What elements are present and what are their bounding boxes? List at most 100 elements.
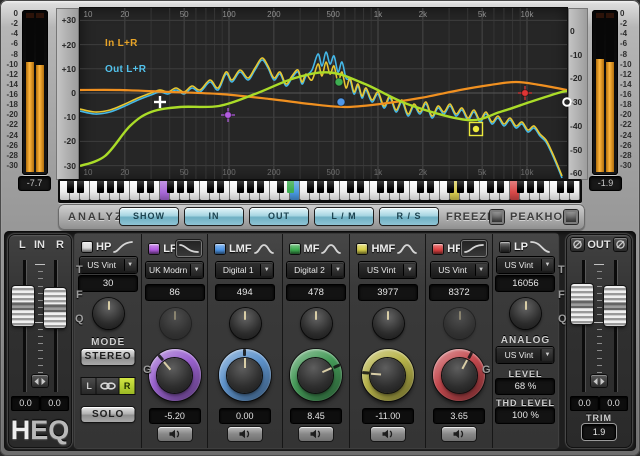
output-clip-led-left[interactable] — [596, 13, 604, 18]
filter-shape-hp-icon[interactable] — [111, 239, 135, 254]
thd-level-value[interactable]: 100 % — [496, 408, 554, 423]
band-gain-value[interactable]: -5.20 — [150, 409, 200, 423]
band-gain-knob[interactable] — [149, 349, 201, 401]
band-enable-led[interactable] — [215, 244, 225, 254]
output-fader-thumb-l[interactable] — [571, 284, 593, 324]
level-value[interactable]: 68 % — [496, 379, 554, 394]
channel-l-button[interactable]: L — [82, 378, 97, 394]
band-gain-value[interactable]: -11.00 — [363, 409, 413, 423]
piano-black-key[interactable] — [117, 181, 124, 193]
piano-black-key[interactable] — [217, 181, 224, 193]
band-q-knob[interactable] — [301, 308, 332, 339]
analyzer-button-rs[interactable]: R / S — [380, 208, 438, 225]
piano-black-key[interactable] — [317, 181, 324, 193]
band-enable-led[interactable] — [500, 242, 510, 252]
band-gain-knob[interactable] — [362, 349, 414, 401]
band-q-knob[interactable] — [230, 308, 261, 339]
band-freq-value[interactable]: 8372 — [430, 285, 488, 300]
band-freq-value[interactable]: 16056 — [496, 276, 554, 291]
band-type-select[interactable]: US Vint▼ — [431, 262, 488, 278]
band-q-knob[interactable] — [373, 308, 404, 339]
input-fader-thumb-l[interactable] — [12, 286, 34, 326]
piano-black-key[interactable] — [487, 181, 494, 193]
band-enable-led[interactable] — [357, 244, 367, 254]
band-type-select[interactable]: Digital 2▼ — [287, 262, 344, 278]
filter-shape-lp-icon[interactable] — [528, 239, 552, 254]
input-gain-value-r[interactable]: 0.0 — [41, 397, 68, 410]
band-listen-button[interactable] — [442, 427, 476, 441]
output-fader-thumb-r[interactable] — [604, 286, 626, 326]
piano-black-key[interactable] — [497, 181, 504, 193]
band-listen-button[interactable] — [158, 427, 192, 441]
piano-black-key[interactable] — [377, 181, 384, 193]
band-freq-value[interactable]: 3977 — [359, 285, 417, 300]
piano-black-key[interactable] — [137, 181, 144, 193]
eq-graph[interactable]: In L+R Out L+R 1010202050501001002002005… — [80, 8, 567, 180]
trim-value[interactable]: 1.9 — [583, 425, 615, 439]
output-fader-track-r[interactable] — [614, 260, 617, 392]
band-type-select[interactable]: US Vint▼ — [80, 257, 137, 273]
band-q-knob[interactable] — [160, 308, 191, 339]
piano-black-key[interactable] — [287, 181, 294, 193]
band-q-knob[interactable] — [93, 298, 124, 329]
peakhold-button[interactable] — [564, 210, 578, 224]
analyzer-button-out[interactable]: OUT — [250, 208, 308, 225]
piano-black-key[interactable] — [357, 181, 364, 193]
piano-black-key[interactable] — [277, 181, 284, 193]
piano-black-key[interactable] — [247, 181, 254, 193]
piano-black-key[interactable] — [237, 181, 244, 193]
band-gain-knob[interactable] — [433, 349, 485, 401]
band-listen-button[interactable] — [299, 427, 333, 441]
band-type-select[interactable]: US Vint▼ — [359, 262, 416, 278]
piano-black-key[interactable] — [107, 181, 114, 193]
input-clip-led-right[interactable] — [36, 13, 44, 18]
band-enable-led[interactable] — [82, 242, 92, 252]
filter-shape-bell-icon[interactable] — [252, 241, 276, 256]
analog-type-select[interactable]: US Vint▼ — [497, 347, 554, 363]
band-freq-value[interactable]: 494 — [216, 285, 274, 300]
piano-black-key[interactable] — [97, 181, 104, 193]
piano-black-key[interactable] — [67, 181, 74, 193]
piano-black-key[interactable] — [457, 181, 464, 193]
piano-black-key[interactable] — [467, 181, 474, 193]
band-gain-knob[interactable] — [290, 349, 342, 401]
piano-black-key[interactable] — [347, 181, 354, 193]
input-clip-led-left[interactable] — [26, 13, 34, 18]
freeze-button[interactable] — [490, 210, 504, 224]
band-freq-value[interactable]: 478 — [287, 285, 345, 300]
channel-link-button[interactable] — [97, 378, 120, 394]
band-freq-value[interactable]: 30 — [79, 276, 137, 291]
piano-black-key[interactable] — [417, 181, 424, 193]
stereo-mode-button[interactable]: STEREO — [82, 349, 135, 365]
piano-black-key[interactable] — [517, 181, 524, 193]
piano-black-key[interactable] — [557, 181, 564, 193]
band-gain-value[interactable]: 3.65 — [434, 409, 484, 423]
band-q-knob[interactable] — [444, 308, 475, 339]
band-listen-button[interactable] — [228, 427, 262, 441]
output-balance-button[interactable] — [591, 375, 607, 387]
piano-black-key[interactable] — [567, 181, 574, 193]
band-gain-value[interactable]: 8.45 — [291, 409, 341, 423]
channel-r-button[interactable]: R — [120, 378, 135, 394]
piano-black-key[interactable] — [77, 181, 84, 193]
band-q-knob[interactable] — [510, 298, 541, 329]
piano-black-key[interactable] — [177, 181, 184, 193]
piano-black-key[interactable] — [207, 181, 214, 193]
piano-black-key[interactable] — [387, 181, 394, 193]
piano-black-key[interactable] — [397, 181, 404, 193]
piano-black-key[interactable] — [537, 181, 544, 193]
filter-shape-highshelf-icon[interactable] — [462, 241, 486, 256]
filter-shape-bell-icon[interactable] — [395, 241, 419, 256]
solo-button[interactable]: SOLO — [82, 407, 135, 422]
filter-shape-lowshelf-icon[interactable] — [177, 241, 201, 256]
band-listen-button[interactable] — [371, 427, 405, 441]
band-gain-knob[interactable] — [219, 349, 271, 401]
band-enable-led[interactable] — [290, 244, 300, 254]
analyzer-button-show[interactable]: SHOW — [120, 208, 178, 225]
input-balance-button[interactable] — [32, 375, 48, 387]
band-enable-led[interactable] — [149, 244, 159, 254]
piano-black-key[interactable] — [427, 181, 434, 193]
output-gain-value-l[interactable]: 0.0 — [571, 397, 598, 410]
band-enable-led[interactable] — [433, 244, 443, 254]
band-type-select[interactable]: US Vint▼ — [497, 257, 554, 273]
